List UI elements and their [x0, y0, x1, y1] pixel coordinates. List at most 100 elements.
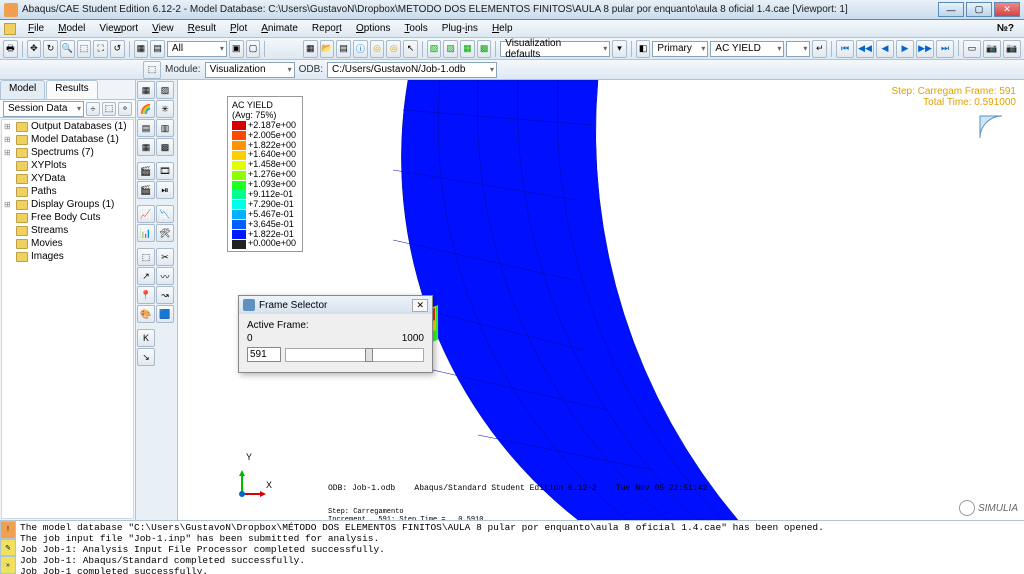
tool-symbol[interactable]: ✳ [156, 100, 174, 118]
tree-item[interactable]: Movies [2, 237, 133, 250]
apply-var-button[interactable]: ↵ [812, 40, 827, 58]
session-combo[interactable]: Session Data [3, 101, 84, 117]
view1-button[interactable]: ▦ [134, 40, 149, 58]
tool-path[interactable]: ↝ [156, 286, 174, 304]
tool-anim1[interactable]: 🎬 [137, 162, 155, 180]
wire4-button[interactable]: ▩ [477, 40, 492, 58]
frame-value-input[interactable] [247, 347, 281, 362]
tool-anim2[interactable]: 🎞 [156, 162, 174, 180]
variable-combo[interactable]: AC YIELD [710, 41, 784, 57]
last-frame-button[interactable]: ⏭ [936, 40, 954, 58]
tool-k[interactable]: K [137, 329, 155, 347]
fit-button[interactable]: ⛶ [93, 40, 108, 58]
db-button[interactable]: ▦ [303, 40, 318, 58]
frame-slider[interactable] [285, 348, 424, 362]
tool-cut[interactable]: ✂ [156, 248, 174, 266]
tool-ply[interactable]: ▥ [156, 119, 174, 137]
tab-results[interactable]: Results [46, 80, 97, 99]
tree-item[interactable]: ⊞Spectrums (7) [2, 146, 133, 159]
ortho-button[interactable]: ▢ [246, 40, 261, 58]
tool-xy1[interactable]: 📈 [137, 205, 155, 223]
tool-overlay[interactable]: ▩ [156, 138, 174, 156]
msg-tab-3[interactable]: » [0, 556, 16, 574]
cursor-button[interactable]: ↖ [403, 40, 418, 58]
tree-item[interactable]: Streams [2, 224, 133, 237]
results-tree[interactable]: ⊞Output Databases (1)⊞Model Database (1)… [1, 119, 134, 519]
frame-selector-button[interactable]: ▭ [963, 40, 981, 58]
next-frame-button[interactable]: ▶▶ [916, 40, 934, 58]
cycle-views-button[interactable]: ↺ [110, 40, 125, 58]
message-log[interactable]: The model database "C:\Users\GustavoN\Dr… [16, 521, 1024, 574]
views-combo[interactable]: All [167, 41, 227, 57]
color-button[interactable]: ◧ [636, 40, 651, 58]
dialog-close-button[interactable]: ✕ [412, 299, 428, 312]
tree-item[interactable]: ⊞Display Groups (1) [2, 198, 133, 211]
play-back-button[interactable]: ◀ [876, 40, 894, 58]
compass-icon[interactable] [978, 114, 1004, 140]
odb-combo[interactable]: C:/Users/GustavoN/Job-1.odb [327, 62, 497, 78]
tool-undeformed[interactable]: ▦ [137, 81, 155, 99]
circles1-button[interactable]: ◎ [370, 40, 385, 58]
layers-button[interactable]: ▤ [336, 40, 351, 58]
module-combo[interactable]: Visualization [205, 62, 295, 78]
viewport[interactable]: AC YIELD (Avg: 75%) +2.187e+00+2.005e+00… [178, 80, 1024, 520]
menu-tools[interactable]: Tools [398, 22, 433, 35]
circles2-button[interactable]: ◎ [386, 40, 401, 58]
play-fwd-button[interactable]: ▶ [896, 40, 914, 58]
tool-xy4[interactable]: 🛠 [156, 224, 174, 242]
print-button[interactable]: 🖶 [3, 40, 18, 58]
zoom-button[interactable]: 🔍 [60, 40, 75, 58]
menu-model[interactable]: Model [52, 22, 91, 35]
info-button[interactable]: ⓘ [353, 40, 368, 58]
wire1-button[interactable]: ▧ [427, 40, 442, 58]
first-frame-button[interactable]: ⏮ [836, 40, 854, 58]
tool-anim4[interactable]: ⏯ [156, 181, 174, 199]
msg-tab-1[interactable]: ! [0, 521, 16, 539]
tree-item[interactable]: Images [2, 250, 133, 263]
menu-plugins[interactable]: Plug-ins [436, 22, 484, 35]
camera1-button[interactable]: 📷 [983, 40, 1001, 58]
tool-xy2[interactable]: 📉 [156, 205, 174, 223]
maximize-button[interactable]: ▢ [966, 2, 992, 17]
tool-contour[interactable]: 🌈 [137, 100, 155, 118]
tool-stream[interactable]: 〰 [156, 267, 174, 285]
tool-probe[interactable]: 📍 [137, 286, 155, 304]
menu-view[interactable]: View [146, 22, 180, 35]
render-button[interactable]: ▾ [612, 40, 627, 58]
close-button[interactable]: ✕ [994, 2, 1020, 17]
prev-frame-button[interactable]: ◀◀ [856, 40, 874, 58]
frame-selector-dialog[interactable]: Frame Selector ✕ Active Frame: 0 1000 [238, 295, 433, 373]
config-button[interactable]: ⚬ [118, 102, 132, 116]
rotate-button[interactable]: ↻ [43, 40, 58, 58]
tool-xy3[interactable]: 📊 [137, 224, 155, 242]
menu-help[interactable]: Help [486, 22, 519, 35]
component-combo[interactable] [786, 41, 810, 57]
view2-button[interactable]: ▤ [150, 40, 165, 58]
menu-plot[interactable]: Plot [224, 22, 253, 35]
zoom-box-button[interactable]: ⬚ [77, 40, 92, 58]
tree-item[interactable]: ⊞Model Database (1) [2, 133, 133, 146]
tool-common[interactable]: ▦ [137, 138, 155, 156]
wire2-button[interactable]: ▨ [443, 40, 458, 58]
tree-item[interactable]: Paths [2, 185, 133, 198]
render-style-combo[interactable]: Visualization defaults [500, 41, 610, 57]
minimize-button[interactable]: — [938, 2, 964, 17]
menu-animate[interactable]: Animate [255, 22, 304, 35]
position-combo[interactable]: Primary [652, 41, 708, 57]
pan-button[interactable]: ✥ [27, 40, 42, 58]
tree-item[interactable]: XYPlots [2, 159, 133, 172]
tree-item[interactable]: Free Body Cuts [2, 211, 133, 224]
menu-report[interactable]: Report [306, 22, 348, 35]
menu-result[interactable]: Result [182, 22, 222, 35]
tree-item[interactable]: ⊞Output Databases (1) [2, 120, 133, 133]
wire3-button[interactable]: ▦ [460, 40, 475, 58]
tab-model[interactable]: Model [0, 80, 45, 99]
menu-whatsthis[interactable]: №? [991, 22, 1020, 35]
menu-options[interactable]: Options [350, 22, 396, 35]
tree-item[interactable]: XYData [2, 172, 133, 185]
tool-deformed[interactable]: ▨ [156, 81, 174, 99]
tool-color1[interactable]: 🎨 [137, 305, 155, 323]
tool-anim3[interactable]: 🎬 [137, 181, 155, 199]
expand-button[interactable]: ⬚ [102, 102, 116, 116]
tool-freebody[interactable]: ↗ [137, 267, 155, 285]
